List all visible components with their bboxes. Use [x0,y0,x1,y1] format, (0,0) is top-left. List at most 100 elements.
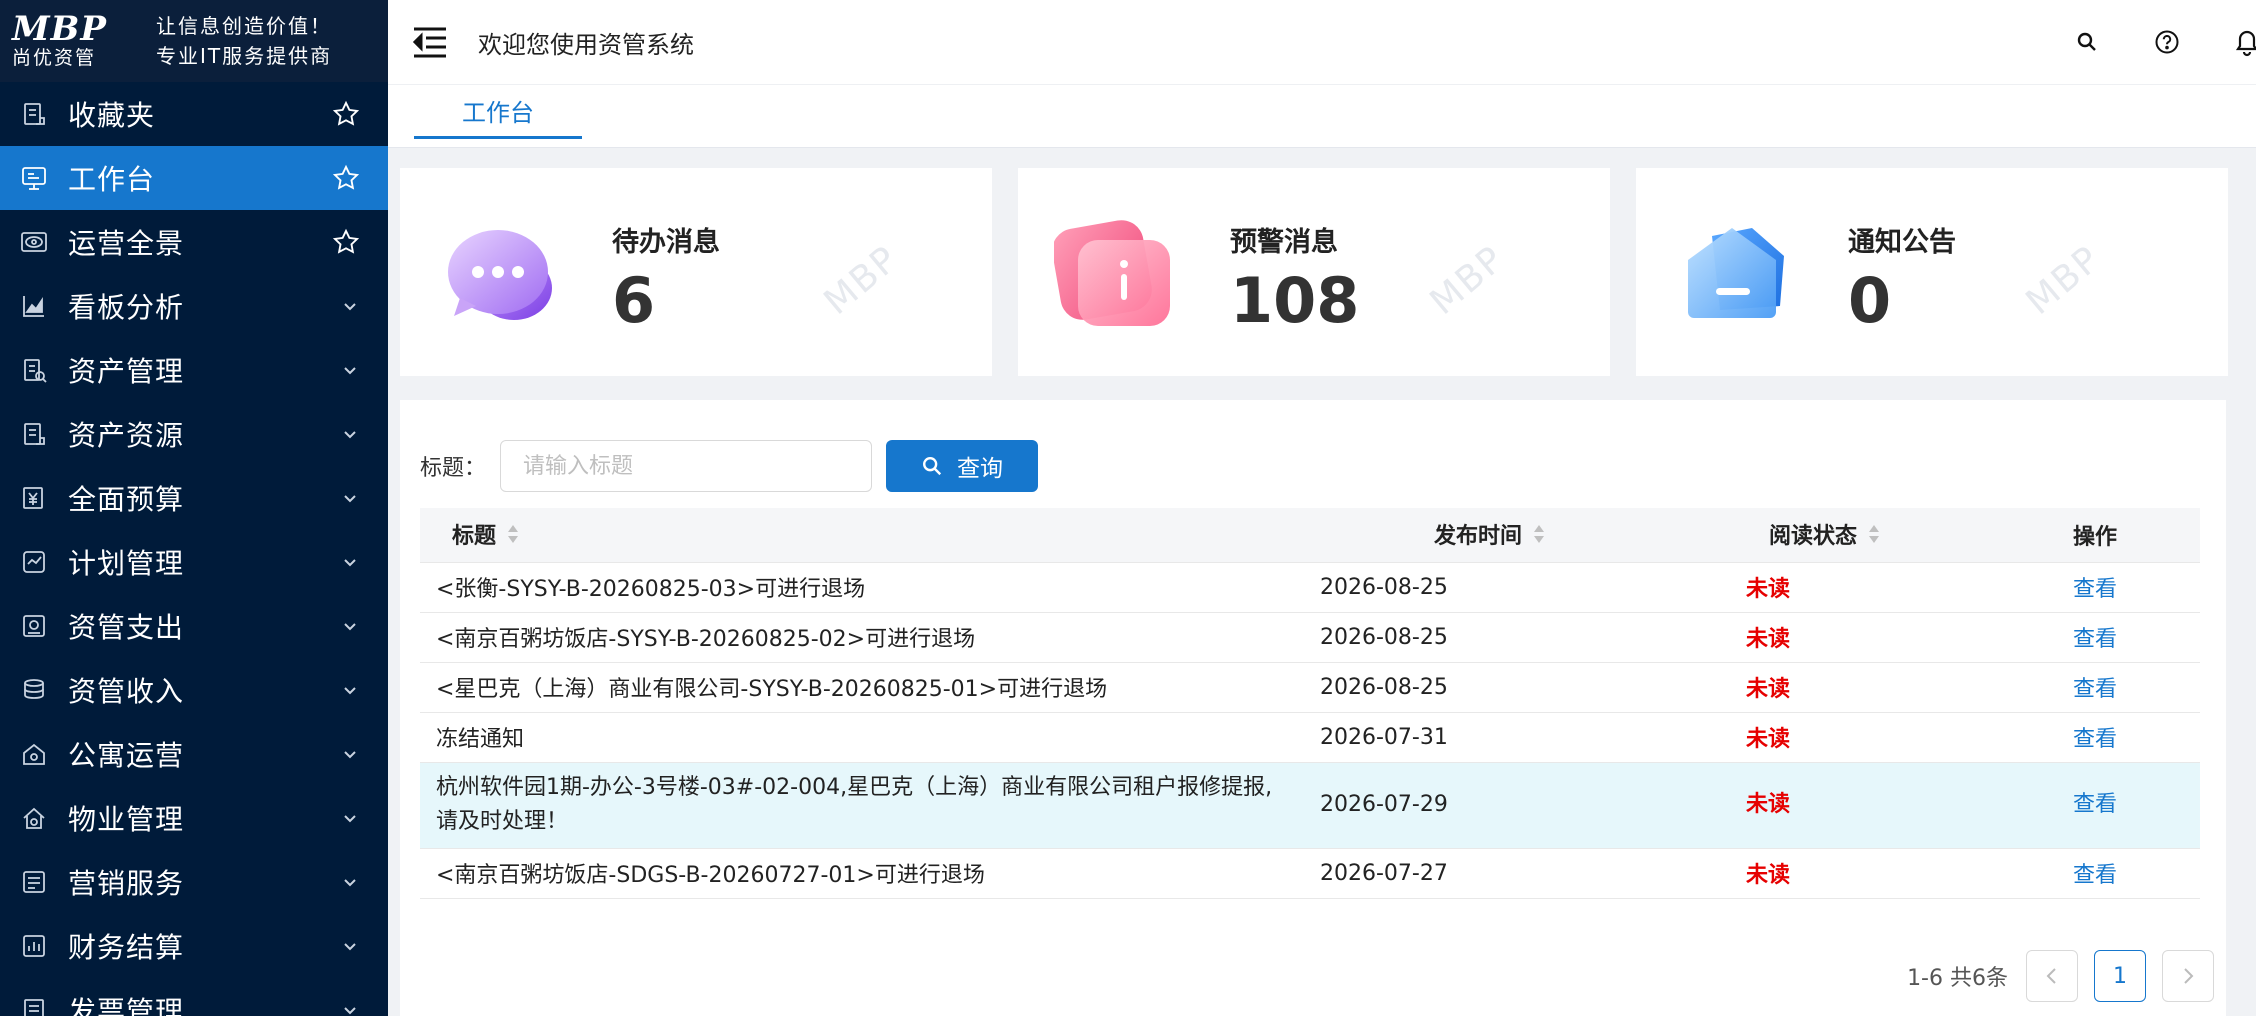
search-icon[interactable] [2072,27,2102,57]
warning-info-icon [1052,216,1184,336]
slogan: 让信息创造价值！ 专业IT服务提供商 [140,11,332,71]
sidebar-item-label: 财务结算 [68,931,185,964]
sidebar-item-label: 运营全景 [68,227,185,260]
property-icon [18,802,50,834]
budget-icon [18,482,50,514]
card-value: 6 [612,264,656,337]
sidebar-item-invoice[interactable]: 发票管理 [0,978,388,1016]
card-title: 预警消息 [1230,227,1338,258]
column-header-label: 阅读状态 [1768,524,1857,550]
table-row[interactable]: 杭州软件园1期-办公-3号楼-03#-02-004,星巴克（上海）商业有限公司租… [420,762,2200,849]
watermark: MBP [816,237,907,324]
table-row[interactable]: <南京百粥坊饭店-SDGS-B-20260727-01>可进行退场 2026-0… [420,848,2200,899]
view-link[interactable]: 查看 [2073,863,2117,888]
row-title: <星巴克（上海）商业有限公司-SYSY-B-20260825-01>可进行退场 [420,662,1320,713]
chevron-down-icon [340,872,360,892]
sidebar-item-income[interactable]: 资管收入 [0,658,388,722]
sidebar-item-property[interactable]: 物业管理 [0,786,388,850]
sidebar-item-plan[interactable]: 计划管理 [0,530,388,594]
finance-icon [18,930,50,962]
row-date: 2026-07-29 [1320,762,1660,849]
notice-home-icon [1672,216,1802,336]
row-title: <南京百粥坊饭店-SDGS-B-20260727-01>可进行退场 [420,848,1320,899]
row-title: <张衡-SYSY-B-20260825-03>可进行退场 [420,562,1320,613]
chevron-down-icon [340,296,360,316]
sidebar-item-label: 计划管理 [68,547,185,580]
sidebar-menu: 收藏夹 工作台 运营全景 看板分析 资产管理 资产资源 全面预算 计划管理 资管… [0,82,388,1016]
sidebar-item-favorites[interactable]: 收藏夹 [0,82,388,146]
sidebar-item-finance[interactable]: 财务结算 [0,914,388,978]
row-date: 2026-08-25 [1320,662,1660,713]
sidebar-item-budget[interactable]: 全面预算 [0,466,388,530]
chart-icon [18,290,50,322]
sidebar-item-label: 资管收入 [68,675,185,708]
chevron-down-icon [340,616,360,636]
chevron-down-icon [340,936,360,956]
logo-subtitle: 尚优资管 [12,47,97,69]
top-header: 欢迎您使用资管系统 [388,0,2256,84]
view-link[interactable]: 查看 [2073,577,2117,602]
chevron-right-icon [2184,968,2194,984]
eye-icon [18,226,50,258]
income-icon [18,674,50,706]
view-link[interactable]: 查看 [2073,792,2117,817]
bell-icon[interactable] [2232,27,2256,57]
menu-collapse-icon[interactable] [410,22,450,62]
sort-icon[interactable] [1867,523,1881,551]
todo-message-card[interactable]: 待办消息 6 MBP [400,168,992,376]
sidebar-item-asset-resources[interactable]: 资产资源 [0,402,388,466]
logo[interactable]: MBP 尚优资管 [0,12,140,70]
row-date: 2026-07-31 [1320,712,1660,763]
sidebar-item-marketing[interactable]: 营销服务 [0,850,388,914]
row-title: <南京百粥坊饭店-SYSY-B-20260825-02>可进行退场 [420,612,1320,663]
help-icon[interactable] [2152,27,2182,57]
chevron-down-icon [340,488,360,508]
sidebar-item-expense[interactable]: 资管支出 [0,594,388,658]
view-link[interactable]: 查看 [2073,627,2117,652]
search-icon [923,457,942,476]
sort-icon[interactable] [1532,523,1546,551]
star-icon[interactable] [332,228,360,256]
tab-workbench[interactable]: 工作台 [414,85,582,139]
slogan-line-1: 让信息创造价值！ [156,14,332,38]
row-title: 冻结通知 [420,712,1320,763]
star-icon[interactable] [332,164,360,192]
sidebar-item-label: 收藏夹 [68,99,156,132]
plan-icon [18,546,50,578]
table-row[interactable]: <南京百粥坊饭店-SYSY-B-20260825-02>可进行退场 2026-0… [420,612,2200,663]
card-value: 108 [1230,264,1360,337]
notice-announcement-card[interactable]: 通知公告 0 MBP [1636,168,2228,376]
warning-message-card[interactable]: 预警消息 108 MBP [1018,168,1610,376]
view-link[interactable]: 查看 [2073,677,2117,702]
sidebar-item-dashboard[interactable]: 看板分析 [0,274,388,338]
slogan-line-2: 专业IT服务提供商 [156,44,333,68]
column-header-status[interactable]: 阅读状态 [1660,508,1990,563]
prev-page-button[interactable] [2026,950,2078,1002]
table-row[interactable]: <张衡-SYSY-B-20260825-03>可进行退场 2026-08-25 … [420,562,2200,613]
invoice-icon [18,994,50,1016]
pagination-total: 1-6 共6条 [1907,966,2008,991]
chevron-down-icon [340,360,360,380]
title-search-input[interactable] [500,440,873,492]
column-header-operation: 操作 [1990,508,2200,563]
marketing-icon [18,866,50,898]
search-form: 标题： 查询 [420,440,1039,492]
sidebar-item-operations[interactable]: 运营全景 [0,210,388,274]
column-header-date[interactable]: 发布时间 [1320,508,1660,563]
star-icon[interactable] [332,100,360,128]
sidebar-item-label: 看板分析 [68,291,185,324]
sidebar-item-workbench[interactable]: 工作台 [0,146,388,210]
sort-icon[interactable] [506,523,520,551]
sidebar-item-apartment[interactable]: 公寓运营 [0,722,388,786]
next-page-button[interactable] [2162,950,2214,1002]
view-link[interactable]: 查看 [2073,727,2117,752]
table-row[interactable]: 冻结通知 2026-07-31 未读 查看 [420,712,2200,763]
watermark: MBP [1422,237,1513,324]
row-status: 未读 [1660,762,1990,849]
page-button-current[interactable]: 1 [2094,950,2146,1002]
column-header-title[interactable]: 标题 [420,508,1320,563]
query-button[interactable]: 查询 [886,440,1039,492]
table-row[interactable]: <星巴克（上海）商业有限公司-SYSY-B-20260825-01>可进行退场 … [420,662,2200,713]
sidebar-item-asset-management[interactable]: 资产管理 [0,338,388,402]
expense-icon [18,610,50,642]
